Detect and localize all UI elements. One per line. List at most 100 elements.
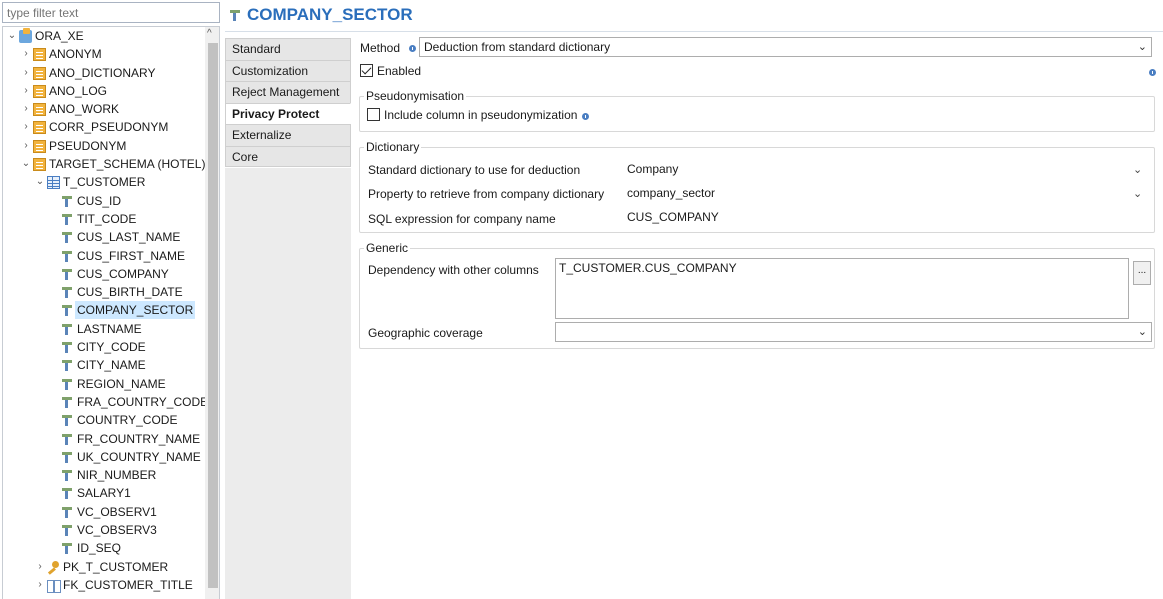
tree-item[interactable]: COUNTRY_CODE [3, 411, 206, 429]
tree-item-label: ANO_WORK [49, 102, 120, 117]
chevron-down-icon[interactable]: ⌄ [1133, 163, 1142, 176]
tree-item[interactable]: › CORR_PSEUDONYM [3, 118, 206, 136]
property-value[interactable]: company_sector [627, 186, 715, 200]
column-icon [61, 414, 73, 427]
chevron-right-icon[interactable]: › [21, 100, 31, 118]
tree-item[interactable]: CUS_LAST_NAME [3, 228, 206, 246]
tree-item-label: UK_COUNTRY_NAME [77, 449, 201, 464]
chevron-down-icon[interactable]: ⌄ [7, 27, 17, 45]
tree-item[interactable]: › PSEUDONYM [3, 137, 206, 155]
tree-item[interactable]: CUS_ID [3, 192, 206, 210]
scroll-up-icon[interactable]: ^ [207, 28, 212, 39]
chevron-down-icon: ⌄ [1137, 41, 1147, 53]
tab-reject-management[interactable]: Reject Management [225, 81, 351, 103]
dependency-textarea[interactable]: T_CUSTOMER.CUS_COMPANY [555, 258, 1129, 319]
tree-item[interactable]: FRA_COUNTRY_CODE [3, 393, 208, 411]
tab-standard[interactable]: Standard [225, 38, 351, 60]
enabled-checkbox[interactable] [360, 64, 373, 77]
tree-item[interactable]: › ANO_WORK [3, 100, 206, 118]
method-label: Method [360, 41, 401, 55]
column-icon [229, 9, 242, 23]
chevron-right-icon[interactable]: › [21, 82, 31, 100]
tab-externalize[interactable]: Externalize [225, 124, 351, 146]
chevron-down-icon[interactable]: ⌄ [21, 155, 31, 173]
tab-privacy-protect[interactable]: Privacy Protect [225, 102, 351, 124]
column-icon [61, 323, 73, 336]
tree-item[interactable]: › ANONYM [3, 45, 206, 63]
info-icon [582, 113, 589, 120]
method-select[interactable]: Deduction from standard dictionary ⌄ [419, 37, 1152, 57]
tree-item[interactable]: REGION_NAME [3, 375, 206, 393]
method-value: Deduction from standard dictionary [424, 40, 611, 54]
column-icon [61, 250, 73, 263]
tree-item-label: REGION_NAME [77, 376, 166, 391]
tree-item-label: ANONYM [49, 47, 102, 62]
tree-item[interactable]: ID_SEQ [3, 539, 206, 557]
tree-item-label: CUS_ID [77, 193, 122, 208]
chevron-right-icon[interactable]: › [35, 558, 45, 576]
tree-item[interactable]: ⌄ T_CUSTOMER [3, 173, 206, 191]
chevron-down-icon[interactable]: ⌄ [1133, 187, 1142, 200]
schema-icon [33, 158, 46, 172]
chevron-right-icon[interactable]: › [21, 45, 31, 63]
tree-item[interactable]: › ANO_DICTIONARY [3, 64, 206, 82]
tab-core[interactable]: Core [225, 145, 351, 167]
tree-item[interactable]: SALARY1 [3, 484, 206, 502]
dictionary-title: Dictionary [364, 140, 422, 154]
tree-item[interactable]: CUS_BIRTH_DATE [3, 283, 206, 301]
tree-item-label: ANO_DICTIONARY [49, 65, 156, 80]
tree-list: ⌄ ORA_XE › ANONYM › ANO_DICTIONARY › ANO_LOG › AN… [3, 27, 208, 594]
tree-item[interactable]: CITY_NAME [3, 356, 206, 374]
tree-item[interactable]: TIT_CODE [3, 210, 206, 228]
column-icon [61, 341, 73, 354]
chevron-right-icon[interactable]: › [21, 64, 31, 82]
chevron-right-icon[interactable]: › [35, 576, 45, 594]
tree-item-label: CITY_NAME [77, 358, 146, 373]
tree-item[interactable]: › PK_T_CUSTOMER [3, 558, 206, 576]
info-icon [1149, 69, 1156, 76]
tree-item[interactable]: ⌄ ORA_XE [3, 27, 206, 45]
geographic-coverage-select[interactable]: ⌄ [555, 322, 1152, 342]
tree-item[interactable]: › ANO_LOG [3, 82, 206, 100]
tree-item-label: ANO_LOG [49, 83, 108, 98]
chevron-right-icon[interactable]: › [21, 118, 31, 136]
tree-item[interactable]: LASTNAME [3, 320, 206, 338]
tree-item[interactable]: FR_COUNTRY_NAME [3, 430, 206, 448]
tree-item[interactable]: › FK_CUSTOMER_TITLE [3, 576, 206, 594]
column-icon [61, 396, 73, 409]
navigator-panel: ⌄ ORA_XE › ANONYM › ANO_DICTIONARY › ANO_LOG › AN… [0, 0, 220, 599]
filter-input[interactable] [2, 2, 220, 23]
dependency-label: Dependency with other columns [368, 263, 539, 277]
tree-item[interactable]: COMPANY_SECTOR [3, 301, 206, 320]
header-divider [225, 31, 1163, 32]
tree-item[interactable]: ⌄ TARGET_SCHEMA (HOTEL) [3, 155, 206, 173]
schema-icon [33, 139, 46, 153]
column-icon [61, 286, 73, 299]
tree-item[interactable]: CUS_FIRST_NAME [3, 247, 206, 265]
info-icon [409, 45, 416, 52]
tree-item[interactable]: VC_OBSERV3 [3, 521, 206, 539]
column-icon [61, 524, 73, 537]
column-icon [61, 213, 73, 226]
schema-icon [33, 48, 46, 62]
standard-dictionary-value[interactable]: Company [627, 162, 678, 176]
dependency-browse-button[interactable]: ... [1133, 261, 1151, 285]
tree-item-label: CUS_FIRST_NAME [77, 248, 186, 263]
tree-item-label: TARGET_SCHEMA (HOTEL) [49, 157, 206, 172]
schema-tree: ⌄ ORA_XE › ANONYM › ANO_DICTIONARY › ANO_LOG › AN… [2, 26, 220, 599]
tree-item[interactable]: CITY_CODE [3, 338, 206, 356]
chevron-down-icon[interactable]: ⌄ [35, 173, 45, 191]
tab-customization[interactable]: Customization [225, 59, 351, 81]
tree-item[interactable]: VC_OBSERV1 [3, 503, 206, 521]
scrollbar-thumb[interactable] [208, 43, 218, 588]
tree-item[interactable]: UK_COUNTRY_NAME [3, 448, 206, 466]
chevron-down-icon: ⌄ [1137, 326, 1147, 338]
chevron-right-icon[interactable]: › [21, 137, 31, 155]
column-icon [61, 487, 73, 500]
tree-scrollbar[interactable]: ^ [205, 27, 219, 599]
schema-icon [33, 84, 46, 98]
tree-item[interactable]: NIR_NUMBER [3, 466, 206, 484]
sql-expression-value[interactable]: CUS_COMPANY [627, 210, 719, 224]
include-pseudonymization-checkbox[interactable] [367, 108, 380, 121]
tree-item[interactable]: CUS_COMPANY [3, 265, 206, 283]
